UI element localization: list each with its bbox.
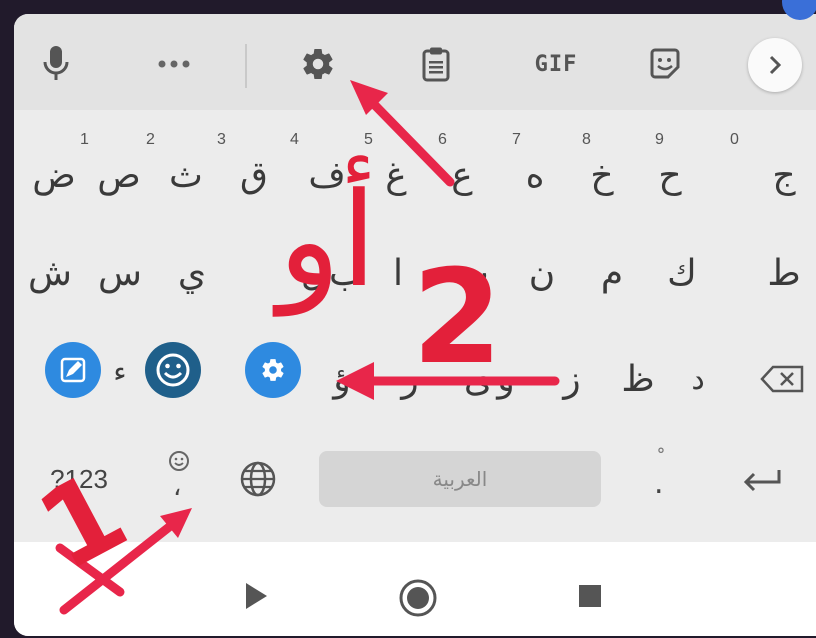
key[interactable]: ز bbox=[544, 344, 600, 414]
clipboard-icon[interactable] bbox=[412, 40, 460, 88]
key[interactable]: ك bbox=[654, 238, 710, 308]
key[interactable]: ه bbox=[507, 140, 563, 210]
back-play-icon[interactable] bbox=[242, 580, 270, 616]
key-number-hint: 1 bbox=[80, 131, 89, 148]
key[interactable]: ا bbox=[370, 238, 426, 308]
key-number-hint: 8 bbox=[582, 131, 591, 148]
key[interactable]: ج bbox=[756, 140, 812, 210]
key-number-hint: 3 bbox=[217, 131, 226, 148]
settings-gear-icon[interactable] bbox=[245, 342, 301, 398]
key[interactable]: ن bbox=[514, 238, 570, 308]
key[interactable]: خ bbox=[574, 140, 630, 210]
key[interactable]: ؤ bbox=[314, 344, 370, 414]
globe-icon[interactable] bbox=[232, 454, 284, 504]
emoji-icon[interactable] bbox=[145, 342, 201, 398]
comma-emoji-key[interactable]: ، bbox=[160, 446, 200, 506]
key-number-hint: 4 bbox=[290, 131, 299, 148]
keyboard-toolbar: GIF bbox=[14, 14, 816, 110]
period-label: . bbox=[654, 466, 664, 501]
key[interactable]: ط bbox=[756, 238, 812, 308]
key-number-hint: 7 bbox=[512, 131, 521, 148]
key[interactable]: و bbox=[478, 344, 534, 414]
period-key[interactable]: ْ . bbox=[642, 446, 682, 506]
key[interactable]: ض bbox=[26, 140, 82, 210]
key[interactable]: غ bbox=[368, 140, 424, 210]
key[interactable]: س bbox=[92, 238, 148, 308]
key[interactable]: ش bbox=[22, 238, 78, 308]
system-nav-bar bbox=[14, 542, 816, 636]
mic-icon[interactable] bbox=[32, 40, 80, 88]
key[interactable]: ف bbox=[299, 140, 355, 210]
key[interactable]: ت bbox=[444, 238, 500, 308]
key[interactable]: ع bbox=[434, 140, 490, 210]
chevron-right-icon[interactable] bbox=[748, 38, 802, 92]
backspace-icon[interactable] bbox=[754, 344, 810, 414]
keyboard-screen: GIF ض ص ث ق ف غ ع ه خ ح ج 1 2 3 4 5 6 7 bbox=[14, 14, 816, 636]
recents-icon[interactable] bbox=[576, 582, 604, 614]
more-icon[interactable] bbox=[150, 40, 198, 88]
smiley-icon bbox=[169, 451, 189, 471]
key[interactable]: ر bbox=[382, 344, 438, 414]
symbols-key[interactable]: ?123 bbox=[34, 444, 124, 514]
comma-label: ، bbox=[173, 472, 182, 502]
home-icon[interactable] bbox=[398, 578, 438, 622]
key[interactable]: د bbox=[670, 344, 726, 414]
key-number-hint: 9 bbox=[655, 131, 664, 148]
key-number-hint: 5 bbox=[364, 131, 373, 148]
space-bar[interactable]: العربية bbox=[319, 451, 601, 507]
toolbar-divider bbox=[245, 44, 247, 88]
key[interactable]: ح bbox=[642, 140, 698, 210]
gif-button[interactable]: GIF bbox=[524, 40, 588, 88]
gif-label: GIF bbox=[534, 51, 578, 77]
enter-icon[interactable] bbox=[732, 458, 792, 502]
key-number-hint: 0 bbox=[730, 131, 739, 148]
key-number-hint: 2 bbox=[146, 131, 155, 148]
key[interactable]: ص bbox=[91, 140, 147, 210]
key[interactable]: ل bbox=[286, 238, 342, 308]
key[interactable]: ء bbox=[100, 336, 140, 406]
key[interactable]: ق bbox=[226, 140, 282, 210]
key[interactable]: ظ bbox=[610, 344, 666, 414]
settings-icon[interactable] bbox=[294, 40, 342, 88]
key[interactable]: ث bbox=[158, 140, 214, 210]
key[interactable]: ي bbox=[164, 238, 220, 308]
key-number-hint: 6 bbox=[438, 131, 447, 148]
edit-icon[interactable] bbox=[45, 342, 101, 398]
sticker-icon[interactable] bbox=[641, 40, 689, 88]
key[interactable]: م bbox=[584, 238, 640, 308]
